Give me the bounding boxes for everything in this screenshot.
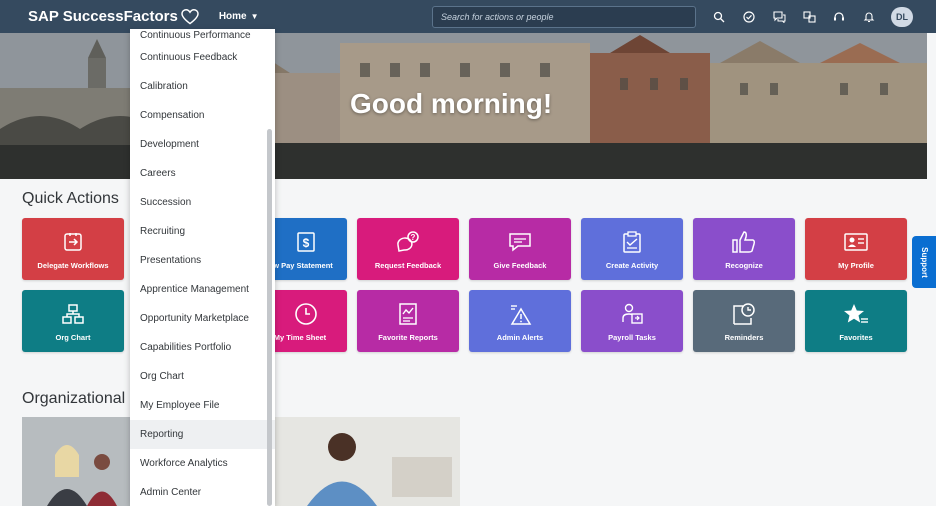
menu-item[interactable]: Calibration xyxy=(130,72,275,101)
menu-item[interactable]: Opportunity Marketplace xyxy=(130,304,275,333)
tile-recognize[interactable]: Recognize xyxy=(693,218,795,280)
menu-item[interactable]: Presentations xyxy=(130,246,275,275)
tile-request-feedback[interactable]: ? Request Feedback xyxy=(357,218,459,280)
tile-reminders[interactable]: Reminders xyxy=(693,290,795,352)
heart-icon xyxy=(181,8,199,24)
home-dropdown-menu: Continuous Performance Continuous Feedbac… xyxy=(130,29,275,506)
menu-item[interactable]: Continuous Performance xyxy=(130,29,275,43)
menu-item[interactable]: Development xyxy=(130,130,275,159)
check-circle-icon[interactable] xyxy=(734,7,764,27)
tile-org-chart[interactable]: Org Chart xyxy=(22,290,124,352)
tile-label: Give Feedback xyxy=(493,260,547,270)
support-tab[interactable]: Support xyxy=(912,236,936,288)
profile-card-icon xyxy=(843,229,869,255)
report-icon xyxy=(397,301,419,327)
tile-label: w Pay Statement xyxy=(273,260,333,270)
tile-label: Delegate Workflows xyxy=(37,260,109,270)
menu-item[interactable]: Org Chart xyxy=(130,362,275,391)
svg-text:$: $ xyxy=(303,236,310,250)
quick-actions-title: Quick Actions xyxy=(22,190,119,207)
search-icon[interactable] xyxy=(704,7,734,27)
request-feedback-icon: ? xyxy=(395,229,421,255)
greeting-title: Good morning! xyxy=(350,88,553,119)
menu-item[interactable]: Succession xyxy=(130,188,275,217)
menu-item[interactable]: Capabilities Portfolio xyxy=(130,333,275,362)
chevron-down-icon: ▼ xyxy=(250,12,259,21)
tile-label: My Time Sheet xyxy=(273,332,327,342)
tile-label: Create Activity xyxy=(605,260,659,270)
home-menu-button[interactable]: Home ▼ xyxy=(219,11,259,22)
tile-label: Payroll Tasks xyxy=(608,332,656,342)
tile-label: Admin Alerts xyxy=(496,332,544,342)
help-icon[interactable] xyxy=(824,7,854,27)
give-feedback-icon xyxy=(508,229,532,255)
pay-statement-icon: $ xyxy=(296,229,316,255)
page: SAP SuccessFactors Home ▼ Search for act… xyxy=(0,0,936,506)
search-input[interactable]: Search for actions or people xyxy=(432,6,696,28)
clock-icon xyxy=(294,301,318,327)
tile-delegate-workflows[interactable]: Delegate Workflows xyxy=(22,218,124,280)
menu-scrollbar[interactable] xyxy=(267,129,272,506)
menu-item[interactable]: Compensation xyxy=(130,101,275,130)
tile-label: Favorites xyxy=(839,332,873,342)
menu-item[interactable]: Reporting xyxy=(130,420,275,449)
menu-item[interactable]: Continuous Feedback xyxy=(130,43,275,72)
tile-label: Org Chart xyxy=(55,332,91,342)
chat-icon[interactable] xyxy=(764,7,794,27)
alert-icon xyxy=(508,301,532,327)
menu-item[interactable]: Careers xyxy=(130,159,275,188)
shell-icons xyxy=(704,7,884,27)
tile-label: Recognize xyxy=(725,260,763,270)
payroll-icon xyxy=(620,301,644,327)
star-icon xyxy=(843,301,869,327)
home-label: Home xyxy=(218,11,247,22)
menu-item[interactable]: My Employee File xyxy=(130,391,275,420)
people-icon[interactable] xyxy=(794,7,824,27)
reminder-icon xyxy=(731,301,757,327)
menu-item[interactable]: Apprentice Management xyxy=(130,275,275,304)
tile-favorites[interactable]: Favorites xyxy=(805,290,907,352)
org-chart-icon xyxy=(62,301,84,327)
bell-icon[interactable] xyxy=(854,7,884,27)
organizational-section-title: Organizational U xyxy=(22,390,142,407)
tile-my-profile[interactable]: My Profile xyxy=(805,218,907,280)
brand-name: SAP SuccessFactors xyxy=(28,8,178,25)
delegate-icon xyxy=(62,229,84,255)
thumbs-up-icon xyxy=(731,229,757,255)
tile-payroll-tasks[interactable]: Payroll Tasks xyxy=(581,290,683,352)
menu-item[interactable]: Recruiting xyxy=(130,217,275,246)
tile-label: Reminders xyxy=(724,332,764,342)
brand-logo[interactable]: SAP SuccessFactors xyxy=(28,8,199,25)
tile-label: Favorite Reports xyxy=(378,332,438,342)
avatar[interactable]: DL xyxy=(891,7,913,27)
tile-label: My Profile xyxy=(838,260,874,270)
tile-favorite-reports[interactable]: Favorite Reports xyxy=(357,290,459,352)
tile-give-feedback[interactable]: Give Feedback xyxy=(469,218,571,280)
tile-admin-alerts[interactable]: Admin Alerts xyxy=(469,290,571,352)
menu-item[interactable]: Admin Center xyxy=(130,478,275,506)
menu-item[interactable]: Workforce Analytics xyxy=(130,449,275,478)
menu-list: Continuous Performance Continuous Feedbac… xyxy=(130,29,275,506)
clipboard-icon xyxy=(622,229,642,255)
support-label: Support xyxy=(919,246,929,278)
tile-label: Request Feedback xyxy=(374,260,442,270)
tile-create-activity[interactable]: Create Activity xyxy=(581,218,683,280)
search-placeholder: Search for actions or people xyxy=(441,12,554,22)
svg-text:?: ? xyxy=(411,233,416,242)
